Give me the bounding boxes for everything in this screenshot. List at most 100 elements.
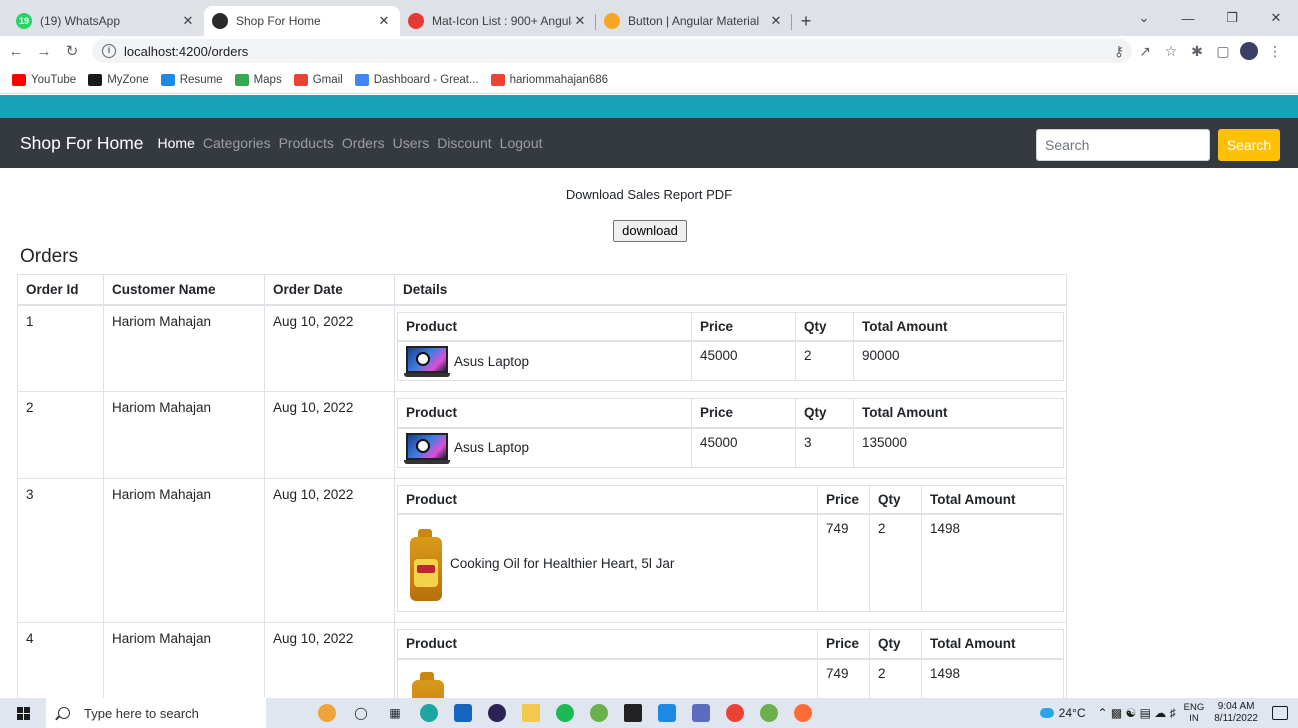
search-button[interactable]: Search [1218, 129, 1280, 161]
weather-icon [1039, 708, 1054, 718]
nav-link-users[interactable]: Users [393, 135, 430, 151]
nav-link-orders[interactable]: Orders [342, 135, 385, 151]
item-column-header: Product [397, 311, 692, 342]
item-column-header: Price [691, 311, 796, 342]
item-total: 90000 [853, 340, 1064, 381]
spotify-icon[interactable] [552, 702, 578, 724]
order-date: Aug 10, 2022 [264, 477, 395, 623]
task-view-icon[interactable]: ◯ [348, 702, 374, 724]
order-id: 2 [17, 391, 104, 479]
browser-tab-1[interactable]: 19 (19) WhatsApp ✕ [8, 6, 204, 36]
nav-links: Home Categories Products Orders Users Discoun… [158, 135, 551, 151]
bookmark-item[interactable]: Maps [234, 73, 282, 86]
spring-icon[interactable] [756, 702, 782, 724]
table-row: 2 Hariom Mahajan Aug 10, 2022 Product Price Q… [17, 391, 1067, 479]
tray-icons[interactable]: ⌃ ▩ ☯ ▤ ☁ ♯ [1097, 706, 1175, 720]
taskbar-search-input[interactable]: Type here to search [46, 698, 266, 728]
postman-icon[interactable] [790, 702, 816, 724]
browser-tab-3[interactable]: Mat-Icon List : 900+ Angular Mat✕ [400, 6, 596, 36]
spring-tools-icon[interactable] [586, 702, 612, 724]
nav-link-discount[interactable]: Discount [437, 135, 491, 151]
tab-close-icon[interactable]: ✕ [376, 13, 392, 29]
item-column-header: Qty [795, 311, 854, 342]
share-icon[interactable]: ↗ [1132, 39, 1158, 63]
bookmark-item[interactable]: MyZone [88, 73, 149, 86]
file-explorer-icon[interactable] [518, 702, 544, 724]
clock[interactable]: 9:04 AM 8/11/2022 [1214, 701, 1258, 725]
minimize-icon[interactable]: — [1166, 0, 1210, 36]
back-icon[interactable]: ← [4, 39, 28, 63]
search-icon [58, 707, 70, 719]
terminal-icon[interactable] [620, 702, 646, 724]
vscode-icon[interactable] [654, 702, 680, 724]
weather-widget[interactable]: 24°C [1039, 706, 1085, 720]
tab-title: Shop For Home [236, 14, 321, 28]
menu-icon[interactable]: ⋮ [1262, 39, 1288, 63]
nav-link-home[interactable]: Home [158, 135, 195, 151]
profile-avatar[interactable] [1236, 39, 1262, 63]
forward-icon[interactable]: → [32, 39, 56, 63]
tab-close-icon[interactable]: ✕ [180, 13, 196, 29]
download-button[interactable]: download [613, 220, 687, 242]
youtube-icon [12, 73, 26, 86]
bookmark-item[interactable]: YouTube [12, 73, 76, 86]
chrome-icon[interactable] [722, 702, 748, 724]
bookmark-item[interactable]: hariommahajan686 [490, 73, 608, 86]
item-qty: 2 [869, 513, 922, 612]
order-customer: Hariom Mahajan [103, 391, 265, 479]
new-tab-button[interactable]: + [792, 6, 820, 36]
start-button[interactable] [0, 698, 46, 728]
extensions-icon[interactable]: ✱ [1184, 39, 1210, 63]
language-indicator[interactable]: ENG IN [1184, 702, 1205, 724]
nav-link-logout[interactable]: Logout [500, 135, 543, 151]
angular-icon [212, 13, 228, 29]
window-controls: ⌄ — ❐ ✕ [1122, 0, 1298, 36]
orders-table-header: Order Id Customer Name Order Date Details [17, 274, 1067, 306]
nav-link-categories[interactable]: Categories [203, 135, 271, 151]
site-info-icon[interactable]: i [102, 44, 116, 58]
reload-icon[interactable]: ↻ [60, 39, 84, 63]
tab-search-icon[interactable]: ⌄ [1122, 0, 1166, 36]
browser-tab-2[interactable]: Shop For Home ✕ [204, 6, 400, 36]
browser-tab-bar: 19 (19) WhatsApp ✕ Shop For Home ✕ Mat-Icon L… [0, 0, 1298, 36]
store-icon[interactable] [450, 702, 476, 724]
bookmark-label: Dashboard - Great... [373, 73, 479, 86]
order-details: Product Price Qty Total Amount Asus Laptop 45… [394, 304, 1067, 392]
cortana-widget-icon[interactable] [314, 702, 340, 724]
order-date: Aug 10, 2022 [264, 391, 395, 479]
item-product: Cooking Oil for Healthier Heart, 5l Jar [397, 513, 818, 612]
notifications-icon[interactable] [1272, 706, 1288, 720]
product-cell: Asus Laptop [404, 344, 685, 378]
bookmark-item[interactable]: Gmail [293, 73, 343, 86]
bookmark-label: Resume [179, 73, 223, 86]
resume-icon [160, 73, 175, 86]
whatsapp-icon: 19 [16, 13, 32, 29]
column-header: Order Id [17, 274, 104, 306]
item-qty: 2 [795, 340, 854, 381]
edge-icon[interactable] [416, 702, 442, 724]
key-icon[interactable]: ⚷ [1106, 39, 1132, 63]
close-window-icon[interactable]: ✕ [1254, 0, 1298, 36]
nav-link-products[interactable]: Products [279, 135, 334, 151]
tab-close-icon[interactable]: ✕ [572, 13, 588, 29]
column-header: Customer Name [103, 274, 265, 306]
sql-tool-icon[interactable] [688, 702, 714, 724]
sidepanel-icon[interactable]: ▢ [1210, 39, 1236, 63]
star-icon[interactable]: ☆ [1158, 39, 1184, 63]
maximize-icon[interactable]: ❐ [1210, 0, 1254, 36]
url-input[interactable]: i localhost:4200/orders [92, 39, 1132, 63]
product-name: Asus Laptop [454, 440, 530, 455]
brand-logo[interactable]: Shop For Home [20, 133, 144, 154]
page-title: Orders [20, 246, 79, 267]
taskbar: Type here to search ◯ ▦ 24°C ⌃ ▩ ☯ ▤ ☁ ♯… [0, 698, 1298, 728]
product-cell: Asus Laptop [404, 431, 685, 465]
tab-title: (19) WhatsApp [40, 14, 121, 28]
search-input[interactable]: Search [1036, 129, 1210, 161]
order-items-table: Product Price Qty Total Amount Asus Laptop 45… [397, 311, 1064, 382]
bookmark-item[interactable]: Resume [160, 73, 223, 86]
tab-close-icon[interactable]: ✕ [768, 13, 784, 29]
eclipse-icon[interactable] [484, 702, 510, 724]
bookmark-item[interactable]: Dashboard - Great... [354, 73, 479, 86]
browser-tab-4[interactable]: Button | Angular Material ✕ [596, 6, 792, 36]
widgets-icon[interactable]: ▦ [382, 702, 408, 724]
